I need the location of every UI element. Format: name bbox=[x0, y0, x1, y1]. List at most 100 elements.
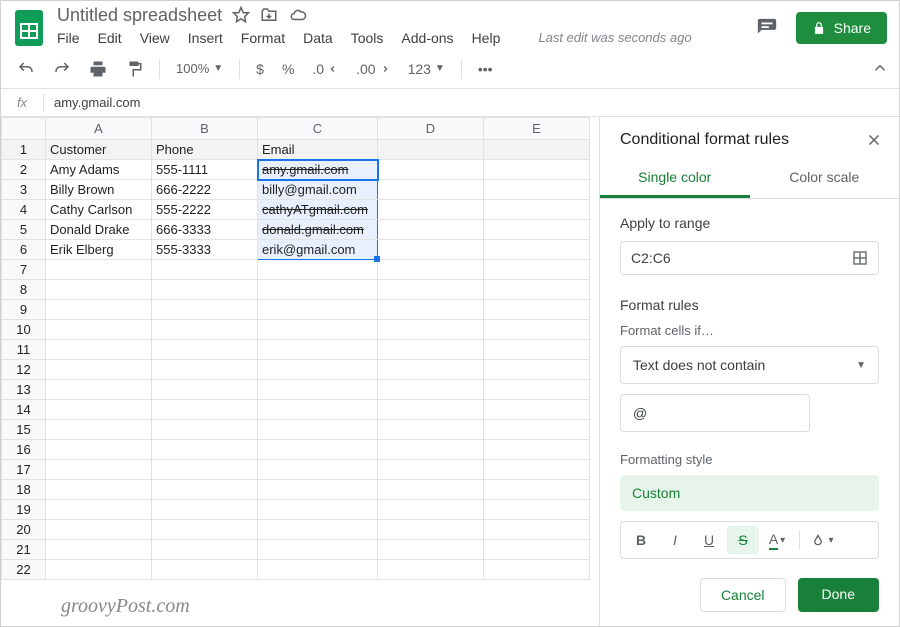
cell-A4[interactable]: Cathy Carlson bbox=[46, 200, 152, 220]
bold-button[interactable]: B bbox=[625, 526, 657, 554]
zoom-selector[interactable]: 100%▼ bbox=[170, 57, 229, 80]
cell-D13[interactable] bbox=[378, 380, 484, 400]
doc-title[interactable]: Untitled spreadsheet bbox=[57, 5, 222, 26]
style-preview[interactable]: Custom bbox=[620, 475, 879, 511]
tab-single-color[interactable]: Single color bbox=[600, 159, 750, 198]
spreadsheet-grid[interactable]: ABCDE1CustomerPhoneEmail2Amy Adams555-11… bbox=[1, 117, 599, 626]
cell-A21[interactable] bbox=[46, 540, 152, 560]
strikethrough-button[interactable]: S bbox=[727, 526, 759, 554]
cell-C6[interactable]: erik@gmail.com bbox=[258, 240, 378, 260]
cell-C1[interactable]: Email bbox=[258, 140, 378, 160]
cell-E16[interactable] bbox=[484, 440, 590, 460]
cell-A15[interactable] bbox=[46, 420, 152, 440]
column-header-D[interactable]: D bbox=[378, 118, 484, 140]
formula-input[interactable]: amy.gmail.com bbox=[44, 95, 140, 110]
row-header-10[interactable]: 10 bbox=[2, 320, 46, 340]
cell-B2[interactable]: 555-1111 bbox=[152, 160, 258, 180]
row-header-14[interactable]: 14 bbox=[2, 400, 46, 420]
cell-B20[interactable] bbox=[152, 520, 258, 540]
last-edit-text[interactable]: Last edit was seconds ago bbox=[538, 30, 691, 45]
cell-E12[interactable] bbox=[484, 360, 590, 380]
cell-E6[interactable] bbox=[484, 240, 590, 260]
condition-select[interactable]: Text does not contain ▼ bbox=[620, 346, 879, 384]
cell-D16[interactable] bbox=[378, 440, 484, 460]
cell-C19[interactable] bbox=[258, 500, 378, 520]
cell-A7[interactable] bbox=[46, 260, 152, 280]
cell-A14[interactable] bbox=[46, 400, 152, 420]
cell-D10[interactable] bbox=[378, 320, 484, 340]
cell-B14[interactable] bbox=[152, 400, 258, 420]
print-button[interactable] bbox=[83, 56, 113, 82]
row-header-6[interactable]: 6 bbox=[2, 240, 46, 260]
cell-C17[interactable] bbox=[258, 460, 378, 480]
cell-A5[interactable]: Donald Drake bbox=[46, 220, 152, 240]
cell-A3[interactable]: Billy Brown bbox=[46, 180, 152, 200]
cell-C15[interactable] bbox=[258, 420, 378, 440]
cell-D8[interactable] bbox=[378, 280, 484, 300]
share-button[interactable]: Share bbox=[796, 12, 887, 44]
cell-C4[interactable]: cathyATgmail.com bbox=[258, 200, 378, 220]
menu-file[interactable]: File bbox=[57, 30, 80, 46]
cell-D14[interactable] bbox=[378, 400, 484, 420]
row-header-7[interactable]: 7 bbox=[2, 260, 46, 280]
row-header-13[interactable]: 13 bbox=[2, 380, 46, 400]
text-color-button[interactable]: A▾ bbox=[761, 526, 793, 554]
cell-E13[interactable] bbox=[484, 380, 590, 400]
cell-C16[interactable] bbox=[258, 440, 378, 460]
cell-E11[interactable] bbox=[484, 340, 590, 360]
cell-B5[interactable]: 666-3333 bbox=[152, 220, 258, 240]
cell-B7[interactable] bbox=[152, 260, 258, 280]
cell-A17[interactable] bbox=[46, 460, 152, 480]
cell-D20[interactable] bbox=[378, 520, 484, 540]
cell-A16[interactable] bbox=[46, 440, 152, 460]
cell-B11[interactable] bbox=[152, 340, 258, 360]
tab-color-scale[interactable]: Color scale bbox=[750, 159, 900, 198]
increase-decimals[interactable]: .00 bbox=[350, 57, 395, 81]
select-all-corner[interactable] bbox=[2, 118, 46, 140]
cell-E20[interactable] bbox=[484, 520, 590, 540]
row-header-19[interactable]: 19 bbox=[2, 500, 46, 520]
grid-select-icon[interactable] bbox=[852, 250, 868, 266]
menu-tools[interactable]: Tools bbox=[351, 30, 384, 46]
cell-C10[interactable] bbox=[258, 320, 378, 340]
cell-C11[interactable] bbox=[258, 340, 378, 360]
cell-E14[interactable] bbox=[484, 400, 590, 420]
column-header-B[interactable]: B bbox=[152, 118, 258, 140]
cell-C12[interactable] bbox=[258, 360, 378, 380]
cell-D4[interactable] bbox=[378, 200, 484, 220]
cell-B21[interactable] bbox=[152, 540, 258, 560]
menu-addons[interactable]: Add-ons bbox=[401, 30, 453, 46]
cell-E10[interactable] bbox=[484, 320, 590, 340]
fill-color-button[interactable]: ▾ bbox=[806, 526, 838, 554]
cell-A19[interactable] bbox=[46, 500, 152, 520]
column-header-A[interactable]: A bbox=[46, 118, 152, 140]
cell-B17[interactable] bbox=[152, 460, 258, 480]
cell-E8[interactable] bbox=[484, 280, 590, 300]
star-icon[interactable] bbox=[232, 6, 250, 24]
cell-A13[interactable] bbox=[46, 380, 152, 400]
row-header-8[interactable]: 8 bbox=[2, 280, 46, 300]
cell-A6[interactable]: Erik Elberg bbox=[46, 240, 152, 260]
cell-A12[interactable] bbox=[46, 360, 152, 380]
italic-button[interactable]: I bbox=[659, 526, 691, 554]
cell-B12[interactable] bbox=[152, 360, 258, 380]
cell-D9[interactable] bbox=[378, 300, 484, 320]
cell-B3[interactable]: 666-2222 bbox=[152, 180, 258, 200]
done-button[interactable]: Done bbox=[798, 578, 879, 612]
menu-data[interactable]: Data bbox=[303, 30, 333, 46]
cell-A10[interactable] bbox=[46, 320, 152, 340]
cell-D21[interactable] bbox=[378, 540, 484, 560]
decrease-decimals[interactable]: .0 bbox=[306, 57, 344, 81]
cell-B22[interactable] bbox=[152, 560, 258, 580]
cell-B6[interactable]: 555-3333 bbox=[152, 240, 258, 260]
column-header-C[interactable]: C bbox=[258, 118, 378, 140]
row-header-11[interactable]: 11 bbox=[2, 340, 46, 360]
collapse-toolbar-icon[interactable] bbox=[871, 59, 889, 77]
row-header-20[interactable]: 20 bbox=[2, 520, 46, 540]
row-header-16[interactable]: 16 bbox=[2, 440, 46, 460]
cell-C21[interactable] bbox=[258, 540, 378, 560]
cell-B15[interactable] bbox=[152, 420, 258, 440]
cell-D12[interactable] bbox=[378, 360, 484, 380]
cell-E21[interactable] bbox=[484, 540, 590, 560]
cell-E4[interactable] bbox=[484, 200, 590, 220]
